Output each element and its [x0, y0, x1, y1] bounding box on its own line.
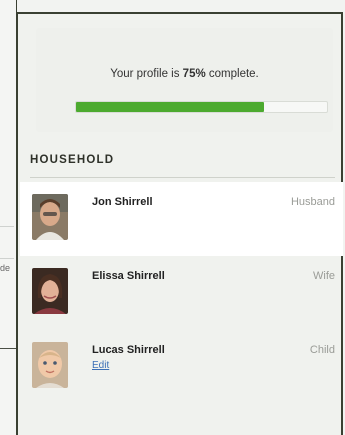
member-role: Wife: [313, 270, 335, 282]
avatar: [32, 194, 68, 240]
household-member-row[interactable]: Elissa Shirrell Wife: [20, 256, 343, 330]
profile-completion-card: Your profile is 75% complete.: [36, 28, 333, 132]
household-heading: HOUSEHOLD: [30, 154, 115, 166]
background-divider: [0, 258, 14, 259]
background-divider: [0, 226, 14, 227]
avatar-photo-lucas: [32, 342, 68, 388]
background-text: de: [0, 263, 11, 273]
avatar: [32, 268, 68, 314]
profile-sidebar-panel: Your profile is 75% complete. HOUSEHOLD …: [16, 12, 343, 435]
member-name[interactable]: Elissa Shirrell: [92, 270, 165, 282]
household-divider: [30, 177, 335, 178]
avatar-photo-jon: [32, 194, 68, 240]
profile-progress-bar: [75, 101, 328, 113]
profile-completion-percent: 75%: [182, 68, 206, 80]
background-page: [0, 0, 16, 435]
edit-member-link[interactable]: Edit: [92, 360, 109, 371]
member-name[interactable]: Jon Shirrell: [92, 196, 153, 208]
profile-completion-text: Your profile is 75% complete.: [110, 68, 259, 80]
profile-progress-fill: [76, 102, 264, 112]
member-name[interactable]: Lucas Shirrell: [92, 344, 165, 356]
household-member-row[interactable]: Lucas Shirrell Child Edit: [20, 330, 343, 404]
member-role: Husband: [290, 196, 335, 208]
panel-top-border: [16, 0, 17, 12]
avatar-photo-elissa: [32, 268, 68, 314]
member-role: Child: [309, 344, 335, 356]
household-member-row[interactable]: Jon Shirrell Husband: [20, 182, 343, 256]
background-border-line: [0, 348, 16, 349]
avatar: [32, 342, 68, 388]
